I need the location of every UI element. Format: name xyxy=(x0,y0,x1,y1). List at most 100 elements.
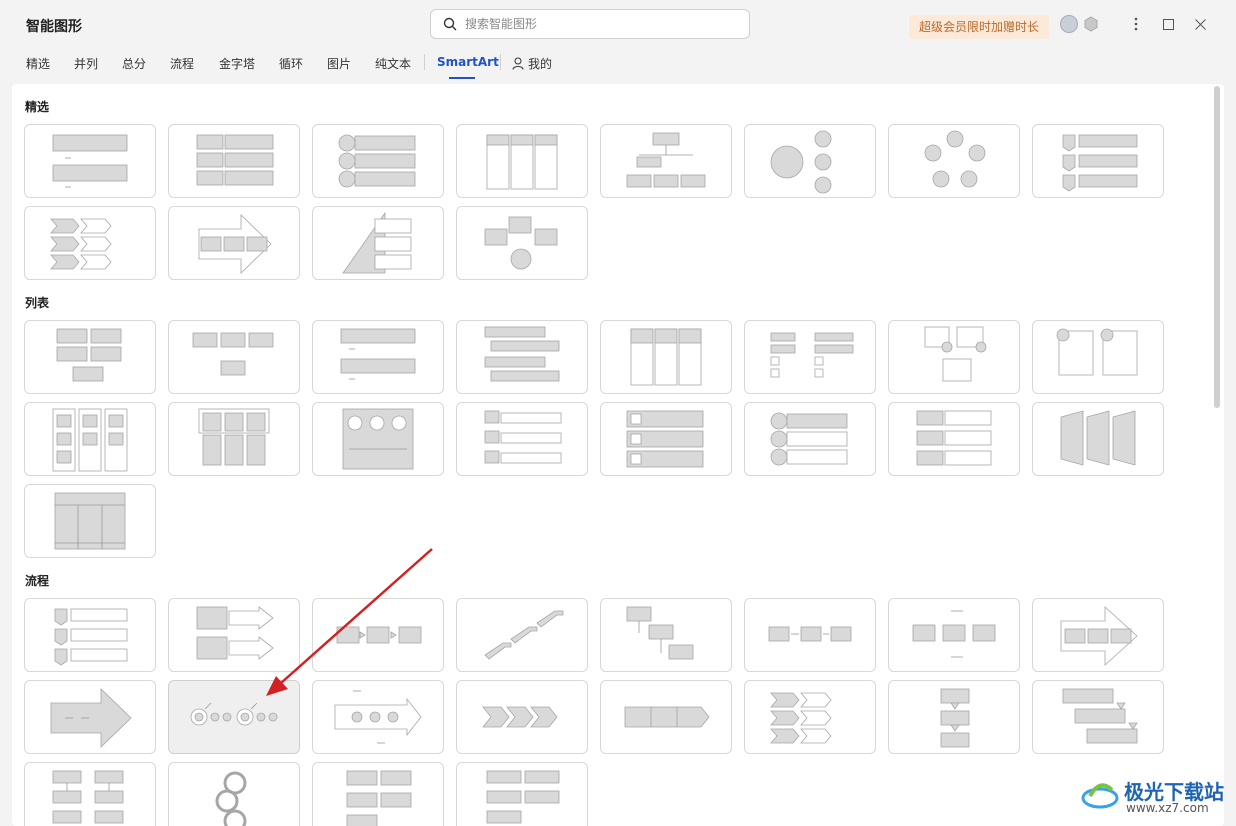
member-badge-icon[interactable] xyxy=(1083,16,1099,32)
template-thumbnail xyxy=(346,770,412,826)
tab-cycle[interactable]: 循环 xyxy=(279,55,303,72)
template-card-list[interactable] xyxy=(168,320,300,394)
template-card-process[interactable] xyxy=(312,680,444,754)
template-card-list[interactable] xyxy=(24,484,156,558)
title-bar: 智能图形 超级会员限时加赠时长 xyxy=(0,0,1236,46)
tab-smartart[interactable]: SmartArt xyxy=(437,55,499,69)
active-tab-indicator xyxy=(449,77,475,79)
template-thumbnail xyxy=(52,408,128,472)
tab-picture[interactable]: 图片 xyxy=(327,55,351,72)
template-card-featured[interactable] xyxy=(456,206,588,280)
search-icon xyxy=(443,17,457,31)
tab-featured[interactable]: 精选 xyxy=(26,55,50,72)
template-card-list[interactable] xyxy=(1032,402,1164,476)
template-card-list[interactable] xyxy=(1032,320,1164,394)
template-card-list[interactable] xyxy=(24,320,156,394)
template-card-process[interactable] xyxy=(312,762,444,826)
template-card-list[interactable] xyxy=(888,320,1020,394)
avatar[interactable] xyxy=(1060,15,1078,33)
template-card-process[interactable] xyxy=(456,598,588,672)
template-thumbnail xyxy=(624,706,710,728)
template-card-featured[interactable] xyxy=(24,124,156,198)
template-card-featured[interactable] xyxy=(312,206,444,280)
template-card-featured[interactable] xyxy=(168,124,300,198)
template-thumbnail xyxy=(626,132,706,188)
template-card-list[interactable] xyxy=(744,320,876,394)
template-card-featured[interactable] xyxy=(888,124,1020,198)
template-thumbnail xyxy=(196,606,274,660)
template-card-process[interactable] xyxy=(456,762,588,826)
template-thumbnail xyxy=(50,688,132,748)
template-card-list[interactable] xyxy=(888,402,1020,476)
template-thumbnail xyxy=(626,410,704,468)
tab-mine[interactable]: 我的 xyxy=(512,55,552,72)
template-card-featured[interactable] xyxy=(1032,124,1164,198)
template-card-list[interactable] xyxy=(456,402,588,476)
tab-hierarchy[interactable]: 总分 xyxy=(122,55,146,72)
template-thumbnail xyxy=(54,608,128,666)
template-thumbnail xyxy=(50,218,112,270)
template-card-process[interactable] xyxy=(744,598,876,672)
more-menu-button[interactable] xyxy=(1125,13,1147,35)
template-card-process[interactable] xyxy=(456,680,588,754)
template-card-process[interactable] xyxy=(168,598,300,672)
tab-pyramid[interactable]: 金字塔 xyxy=(219,55,255,72)
template-thumbnail xyxy=(196,134,274,186)
template-card-list[interactable] xyxy=(312,402,444,476)
search-input[interactable] xyxy=(465,15,735,33)
template-card-list[interactable] xyxy=(456,320,588,394)
template-card-process[interactable] xyxy=(312,598,444,672)
template-card-process[interactable] xyxy=(24,598,156,672)
template-card-featured[interactable] xyxy=(600,124,732,198)
template-thumbnail xyxy=(626,606,694,660)
template-card-featured[interactable] xyxy=(24,206,156,280)
template-card-list[interactable] xyxy=(744,402,876,476)
template-thumbnail xyxy=(1062,688,1138,744)
tab-process[interactable]: 流程 xyxy=(170,55,194,72)
template-card-process[interactable] xyxy=(168,680,300,754)
template-card-process[interactable] xyxy=(24,762,156,826)
template-gallery: 精选 列表 流程 xyxy=(12,84,1224,826)
template-thumbnail xyxy=(198,408,270,466)
template-card-process[interactable] xyxy=(888,598,1020,672)
template-card-list[interactable] xyxy=(312,320,444,394)
template-card-process[interactable] xyxy=(600,598,732,672)
search-box[interactable] xyxy=(430,9,750,39)
template-card-featured[interactable] xyxy=(744,124,876,198)
maximize-button[interactable] xyxy=(1157,13,1179,35)
template-card-process[interactable] xyxy=(600,680,732,754)
scrollbar[interactable] xyxy=(1214,86,1220,408)
template-card-process[interactable] xyxy=(744,680,876,754)
template-thumbnail xyxy=(1060,606,1138,666)
category-tabs: 精选 并列 总分 流程 金字塔 循环 图片 纯文本 SmartArt 我的 xyxy=(0,46,1236,82)
template-thumbnail xyxy=(1056,328,1138,376)
vip-promo-button[interactable]: 超级会员限时加赠时长 xyxy=(909,15,1050,39)
template-thumbnail xyxy=(52,770,124,824)
template-card-process[interactable] xyxy=(168,762,300,826)
template-thumbnail xyxy=(486,770,560,824)
template-card-featured[interactable] xyxy=(312,124,444,198)
tab-separator xyxy=(424,54,425,70)
template-card-list[interactable] xyxy=(600,320,732,394)
template-card-list[interactable] xyxy=(168,402,300,476)
close-button[interactable] xyxy=(1189,13,1211,35)
template-thumbnail xyxy=(192,332,274,376)
template-thumbnail xyxy=(770,692,832,744)
template-thumbnail xyxy=(1060,410,1136,466)
template-card-featured[interactable] xyxy=(168,206,300,280)
template-thumbnail xyxy=(770,412,848,466)
close-icon xyxy=(1194,18,1206,30)
tab-plain-text[interactable]: 纯文本 xyxy=(375,55,411,72)
tab-parallel[interactable]: 并列 xyxy=(74,55,98,72)
template-card-list[interactable] xyxy=(24,402,156,476)
template-card-process[interactable] xyxy=(1032,598,1164,672)
template-card-list[interactable] xyxy=(600,402,732,476)
template-thumbnail xyxy=(912,610,996,658)
template-card-featured[interactable] xyxy=(456,124,588,198)
template-card-process[interactable] xyxy=(888,680,1020,754)
template-thumbnail xyxy=(484,216,558,270)
template-card-process[interactable] xyxy=(1032,680,1164,754)
template-thumbnail xyxy=(484,326,560,382)
template-thumbnail xyxy=(1062,134,1138,192)
template-card-process[interactable] xyxy=(24,680,156,754)
